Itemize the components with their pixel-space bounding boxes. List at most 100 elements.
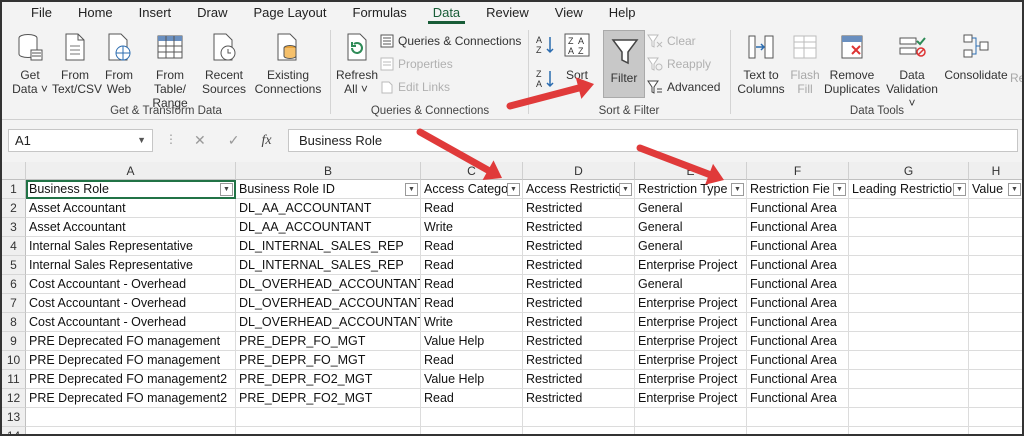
table-cell[interactable] bbox=[849, 218, 969, 237]
chevron-down-icon[interactable]: ▼ bbox=[137, 130, 146, 151]
table-cell[interactable]: Functional Area bbox=[747, 294, 849, 313]
menu-help[interactable]: Help bbox=[596, 2, 649, 24]
table-cell[interactable] bbox=[969, 237, 1022, 256]
table-cell[interactable]: DL_OVERHEAD_ACCOUNTANT bbox=[236, 294, 421, 313]
table-cell[interactable] bbox=[421, 408, 523, 427]
table-cell[interactable]: PRE_DEPR_FO_MGT bbox=[236, 332, 421, 351]
menu-insert[interactable]: Insert bbox=[126, 2, 185, 24]
table-cell[interactable] bbox=[236, 427, 421, 434]
table-cell[interactable] bbox=[969, 275, 1022, 294]
table-cell[interactable] bbox=[849, 427, 969, 434]
table-cell[interactable]: PRE Deprecated FO management bbox=[26, 351, 236, 370]
table-cell[interactable]: Restricted bbox=[523, 256, 635, 275]
column-header-h[interactable]: H bbox=[969, 162, 1022, 180]
formula-input[interactable]: Business Role bbox=[288, 129, 1018, 152]
table-cell[interactable]: Restricted bbox=[523, 237, 635, 256]
row-header[interactable]: 14 bbox=[2, 427, 26, 434]
row-header[interactable]: 13 bbox=[2, 408, 26, 427]
advanced-button[interactable]: Advanced bbox=[647, 80, 720, 94]
sort-za-button[interactable]: ZA bbox=[534, 68, 558, 93]
text-to-columns-button[interactable]: Text to Columns bbox=[736, 32, 786, 96]
table-cell[interactable]: Read bbox=[421, 351, 523, 370]
table-cell[interactable]: Read bbox=[421, 237, 523, 256]
table-cell[interactable]: Asset Accountant bbox=[26, 199, 236, 218]
menu-home[interactable]: Home bbox=[65, 2, 126, 24]
table-cell[interactable]: Enterprise Project bbox=[635, 370, 747, 389]
table-cell[interactable]: Restricted bbox=[523, 199, 635, 218]
table-cell[interactable]: PRE Deprecated FO management bbox=[26, 332, 236, 351]
table-cell[interactable]: DL_OVERHEAD_ACCOUNTANT bbox=[236, 313, 421, 332]
table-cell[interactable] bbox=[523, 427, 635, 434]
table-cell[interactable]: Value Help bbox=[421, 370, 523, 389]
table-cell[interactable] bbox=[849, 237, 969, 256]
table-cell[interactable]: Read bbox=[421, 256, 523, 275]
name-box[interactable]: A1 ▼ bbox=[8, 129, 153, 152]
table-cell[interactable]: Enterprise Project bbox=[635, 294, 747, 313]
column-header-e[interactable]: E bbox=[635, 162, 747, 180]
menu-file[interactable]: File bbox=[18, 2, 65, 24]
from-table-range-button[interactable]: From Table/ Range bbox=[140, 32, 200, 110]
flash-fill-button[interactable]: Flash Fill bbox=[788, 32, 822, 96]
row-header[interactable]: 1 bbox=[2, 180, 26, 199]
header-cell[interactable]: Business Role bbox=[26, 180, 236, 199]
cancel-icon[interactable]: ✕ bbox=[194, 132, 206, 149]
table-cell[interactable] bbox=[236, 408, 421, 427]
table-cell[interactable]: Functional Area bbox=[747, 218, 849, 237]
remove-duplicates-button[interactable]: Remove Duplicates bbox=[824, 32, 880, 96]
row-header[interactable]: 7 bbox=[2, 294, 26, 313]
table-cell[interactable]: Functional Area bbox=[747, 370, 849, 389]
enter-icon[interactable]: ✓ bbox=[228, 132, 240, 149]
table-cell[interactable]: Asset Accountant bbox=[26, 218, 236, 237]
table-cell[interactable] bbox=[523, 408, 635, 427]
sort-az-button[interactable]: AZ bbox=[534, 34, 558, 59]
properties-button[interactable]: Properties bbox=[380, 57, 453, 71]
reapply-button[interactable]: Reapply bbox=[647, 57, 711, 71]
menu-data[interactable]: Data bbox=[420, 2, 473, 24]
filter-dropdown-icon[interactable]: ▼ bbox=[833, 183, 846, 196]
table-cell[interactable]: Restricted bbox=[523, 275, 635, 294]
table-cell[interactable] bbox=[849, 199, 969, 218]
from-text-csv-button[interactable]: From Text/CSV bbox=[52, 32, 102, 96]
table-cell[interactable]: Write bbox=[421, 313, 523, 332]
table-cell[interactable]: Read bbox=[421, 294, 523, 313]
table-cell[interactable]: Enterprise Project bbox=[635, 351, 747, 370]
table-cell[interactable] bbox=[747, 408, 849, 427]
table-cell[interactable]: Restricted bbox=[523, 332, 635, 351]
row-header[interactable]: 12 bbox=[2, 389, 26, 408]
column-header-b[interactable]: B bbox=[236, 162, 421, 180]
row-header[interactable]: 10 bbox=[2, 351, 26, 370]
table-cell[interactable]: Enterprise Project bbox=[635, 389, 747, 408]
table-cell[interactable]: Enterprise Project bbox=[635, 313, 747, 332]
filter-dropdown-icon[interactable]: ▼ bbox=[953, 183, 966, 196]
edit-links-button[interactable]: Edit Links bbox=[380, 80, 450, 94]
table-cell[interactable] bbox=[747, 427, 849, 434]
table-cell[interactable]: PRE_DEPR_FO2_MGT bbox=[236, 370, 421, 389]
table-cell[interactable]: PRE_DEPR_FO2_MGT bbox=[236, 389, 421, 408]
menu-page-layout[interactable]: Page Layout bbox=[241, 2, 340, 24]
queries-connections-button[interactable]: Queries & Connections bbox=[380, 34, 521, 48]
row-header[interactable]: 2 bbox=[2, 199, 26, 218]
table-cell[interactable] bbox=[421, 427, 523, 434]
table-cell[interactable]: Functional Area bbox=[747, 237, 849, 256]
table-cell[interactable]: Value Help bbox=[421, 332, 523, 351]
table-cell[interactable]: Cost Accountant - Overhead bbox=[26, 294, 236, 313]
filter-dropdown-icon[interactable]: ▼ bbox=[619, 183, 632, 196]
table-cell[interactable]: Functional Area bbox=[747, 256, 849, 275]
table-cell[interactable]: Functional Area bbox=[747, 332, 849, 351]
table-cell[interactable]: Restricted bbox=[523, 389, 635, 408]
table-cell[interactable] bbox=[969, 294, 1022, 313]
table-cell[interactable]: General bbox=[635, 237, 747, 256]
table-cell[interactable]: DL_AA_ACCOUNTANT bbox=[236, 199, 421, 218]
table-cell[interactable] bbox=[849, 389, 969, 408]
filter-button[interactable]: Filter bbox=[603, 30, 645, 98]
table-cell[interactable] bbox=[849, 408, 969, 427]
function-icon[interactable]: fx bbox=[261, 133, 271, 149]
row-header[interactable]: 5 bbox=[2, 256, 26, 275]
table-cell[interactable] bbox=[969, 351, 1022, 370]
table-cell[interactable]: DL_INTERNAL_SALES_REP bbox=[236, 237, 421, 256]
table-cell[interactable]: Restricted bbox=[523, 218, 635, 237]
filter-dropdown-icon[interactable]: ▼ bbox=[507, 183, 520, 196]
table-cell[interactable] bbox=[849, 294, 969, 313]
consolidate-button[interactable]: Consolidate bbox=[944, 32, 1008, 82]
column-header-a[interactable]: A bbox=[26, 162, 236, 180]
